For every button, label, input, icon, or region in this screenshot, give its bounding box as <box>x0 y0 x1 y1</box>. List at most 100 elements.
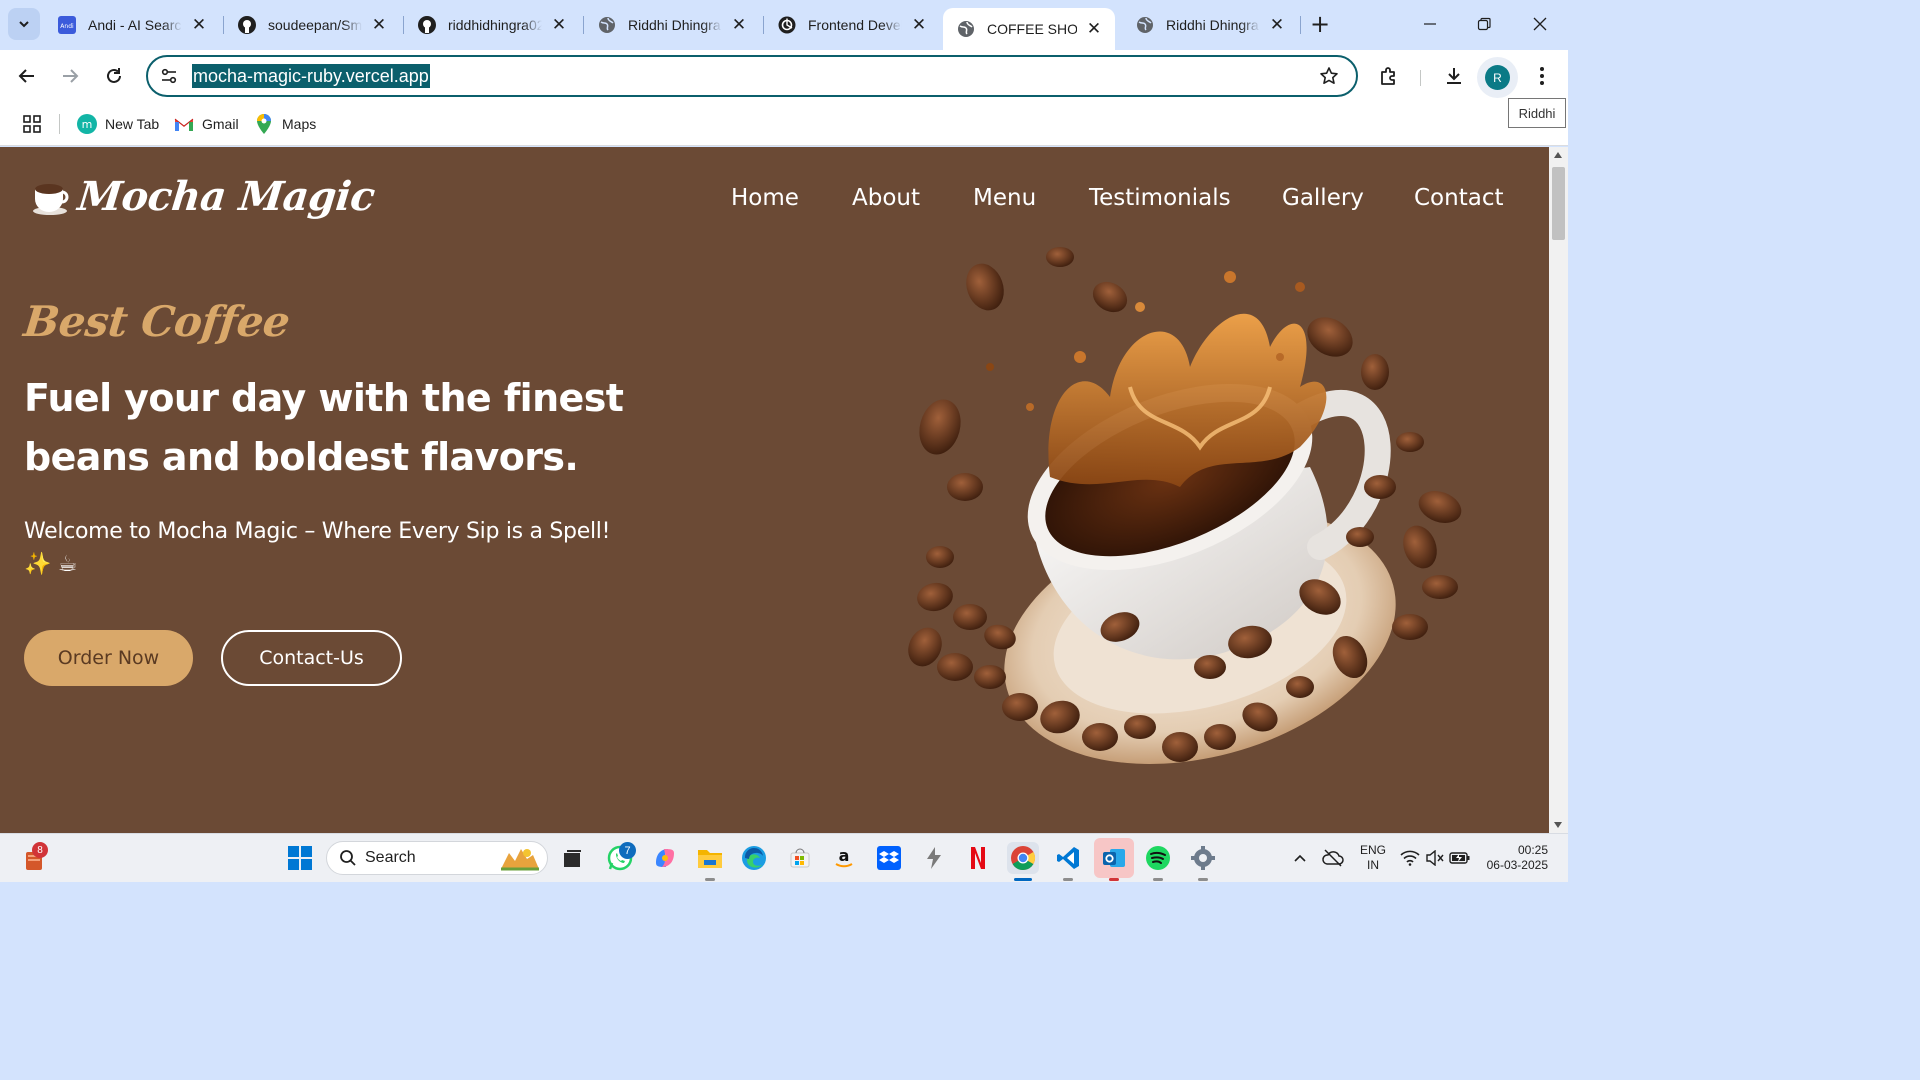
widgets-badge: 8 <box>32 842 48 858</box>
volume-button[interactable] <box>1421 842 1449 874</box>
welcome-text: Welcome to Mocha Magic – Where Every Sip… <box>24 519 611 544</box>
search-icon <box>340 850 356 866</box>
file-explorer-button[interactable] <box>694 842 726 874</box>
close-icon[interactable]: ✕ <box>1268 16 1286 34</box>
vscode-button[interactable] <box>1052 842 1084 874</box>
bookmark-star-icon[interactable] <box>1318 65 1340 87</box>
minimize-button[interactable] <box>1410 8 1450 40</box>
hero-headline: Fuel your day with the finest beans and … <box>24 369 644 487</box>
webpage-viewport: Mocha Magic Home About Menu Testimonials… <box>0 147 1549 833</box>
wifi-icon <box>1400 850 1420 866</box>
new-tab-button[interactable]: + <box>1305 10 1335 40</box>
attention-indicator <box>1109 878 1119 881</box>
tab-search-button[interactable] <box>8 8 40 40</box>
show-hidden-icons-button[interactable] <box>1285 842 1315 874</box>
downloads-button[interactable] <box>1440 62 1468 90</box>
volume-muted-icon <box>1426 850 1444 866</box>
clock-date: 06-03-2025 <box>1486 858 1548 872</box>
copilot-icon <box>656 849 674 867</box>
lightning-icon <box>927 847 941 869</box>
close-icon[interactable]: ✕ <box>190 16 208 34</box>
settings-button[interactable] <box>1187 842 1219 874</box>
tab-riddhi-2[interactable]: Riddhi Dhingra ✕ <box>1122 8 1298 42</box>
scrollbar-thumb[interactable] <box>1552 167 1565 240</box>
globe-icon <box>1136 16 1154 34</box>
more-vertical-icon <box>1540 67 1544 85</box>
amazon-button[interactable]: a <box>828 842 860 874</box>
nav-menu[interactable]: Menu <box>973 185 1036 211</box>
close-icon[interactable]: ✕ <box>910 16 928 34</box>
close-icon[interactable]: ✕ <box>1085 20 1103 38</box>
hero-kicker: Best Coffee <box>21 297 292 346</box>
outlook-button[interactable] <box>1094 838 1134 878</box>
nav-about[interactable]: About <box>852 185 920 211</box>
nav-home[interactable]: Home <box>731 185 799 211</box>
language-indicator[interactable]: ENG IN <box>1356 843 1390 873</box>
scroll-down-icon[interactable] <box>1554 822 1562 828</box>
github-icon <box>418 16 436 34</box>
close-icon[interactable]: ✕ <box>550 16 568 34</box>
microsoft-store-button[interactable] <box>784 842 816 874</box>
winscp-button[interactable] <box>918 842 950 874</box>
globe-icon <box>957 20 975 38</box>
dropbox-button[interactable] <box>873 842 905 874</box>
tab-frontend[interactable]: Frontend Devel ✕ <box>764 8 940 42</box>
site-info-icon[interactable] <box>158 65 180 87</box>
restore-button[interactable] <box>1464 8 1504 40</box>
avatar[interactable]: R <box>1485 65 1510 90</box>
close-icon[interactable]: ✕ <box>730 16 748 34</box>
bookmark-new-tab[interactable]: m New Tab <box>77 112 159 136</box>
close-icon[interactable]: ✕ <box>370 16 388 34</box>
spotify-button[interactable] <box>1142 842 1174 874</box>
tab-riddhi-1[interactable]: Riddhi Dhingra ✕ <box>584 8 760 42</box>
battery-button[interactable] <box>1446 842 1474 874</box>
github-icon <box>238 16 256 34</box>
chrome-button[interactable] <box>1007 842 1039 874</box>
scroll-up-icon[interactable] <box>1554 152 1562 158</box>
tab-divider <box>1300 16 1301 34</box>
reload-button[interactable] <box>98 60 130 92</box>
close-window-button[interactable] <box>1520 8 1560 40</box>
bookmark-maps[interactable]: Maps <box>254 112 316 136</box>
nav-gallery[interactable]: Gallery <box>1282 185 1364 211</box>
plus-icon: + <box>1309 10 1331 38</box>
task-view-icon <box>564 850 581 867</box>
tab-coffee-shop[interactable]: COFFEE SHOP ✕ <box>943 8 1115 50</box>
tab-github-2[interactable]: riddhidhingra02 ✕ <box>404 8 580 42</box>
extensions-button[interactable] <box>1375 62 1403 90</box>
task-view-button[interactable] <box>556 842 588 874</box>
clock[interactable]: 00:25 06-03-2025 <box>1478 843 1556 873</box>
nav-contact[interactable]: Contact <box>1414 185 1503 211</box>
browser-menu-button[interactable] <box>1528 62 1556 90</box>
chrome-icon <box>1011 846 1036 870</box>
back-button[interactable] <box>11 60 43 92</box>
url-text[interactable]: mocha-magic-ruby.vercel.app <box>192 64 430 88</box>
toolbar-divider <box>1420 70 1421 86</box>
page-scrollbar[interactable] <box>1549 147 1568 833</box>
apps-grid-icon <box>23 115 41 133</box>
tab-andi[interactable]: Andi Andi - AI Search ✕ <box>44 8 220 42</box>
edge-button[interactable] <box>738 842 770 874</box>
bookmark-gmail[interactable]: Gmail <box>174 112 239 136</box>
site-logo[interactable]: Mocha Magic <box>30 173 377 220</box>
start-button[interactable] <box>284 842 316 874</box>
arrow-left-icon <box>18 69 34 83</box>
search-highlight-icon <box>501 849 539 871</box>
forward-button[interactable] <box>54 60 86 92</box>
active-indicator <box>1014 878 1032 881</box>
contact-us-button[interactable]: Contact-Us <box>221 630 402 686</box>
apps-button[interactable] <box>22 112 42 136</box>
onedrive-button[interactable] <box>1318 842 1348 874</box>
wifi-button[interactable] <box>1396 842 1424 874</box>
chevron-down-icon <box>19 21 29 28</box>
copilot-button[interactable] <box>649 842 681 874</box>
netflix-button[interactable] <box>962 842 994 874</box>
nav-testimonials[interactable]: Testimonials <box>1089 185 1231 211</box>
folder-icon <box>698 850 722 868</box>
address-bar[interactable]: mocha-magic-ruby.vercel.app <box>146 55 1358 97</box>
tab-github-1[interactable]: soudeepan/Sma ✕ <box>224 8 400 42</box>
headline-line-2: beans and boldest flavors. <box>24 435 579 479</box>
taskbar-search[interactable]: Search <box>326 841 548 875</box>
order-now-button[interactable]: Order Now <box>24 630 193 686</box>
browser-toolbar: mocha-magic-ruby.vercel.app <box>0 50 1568 102</box>
